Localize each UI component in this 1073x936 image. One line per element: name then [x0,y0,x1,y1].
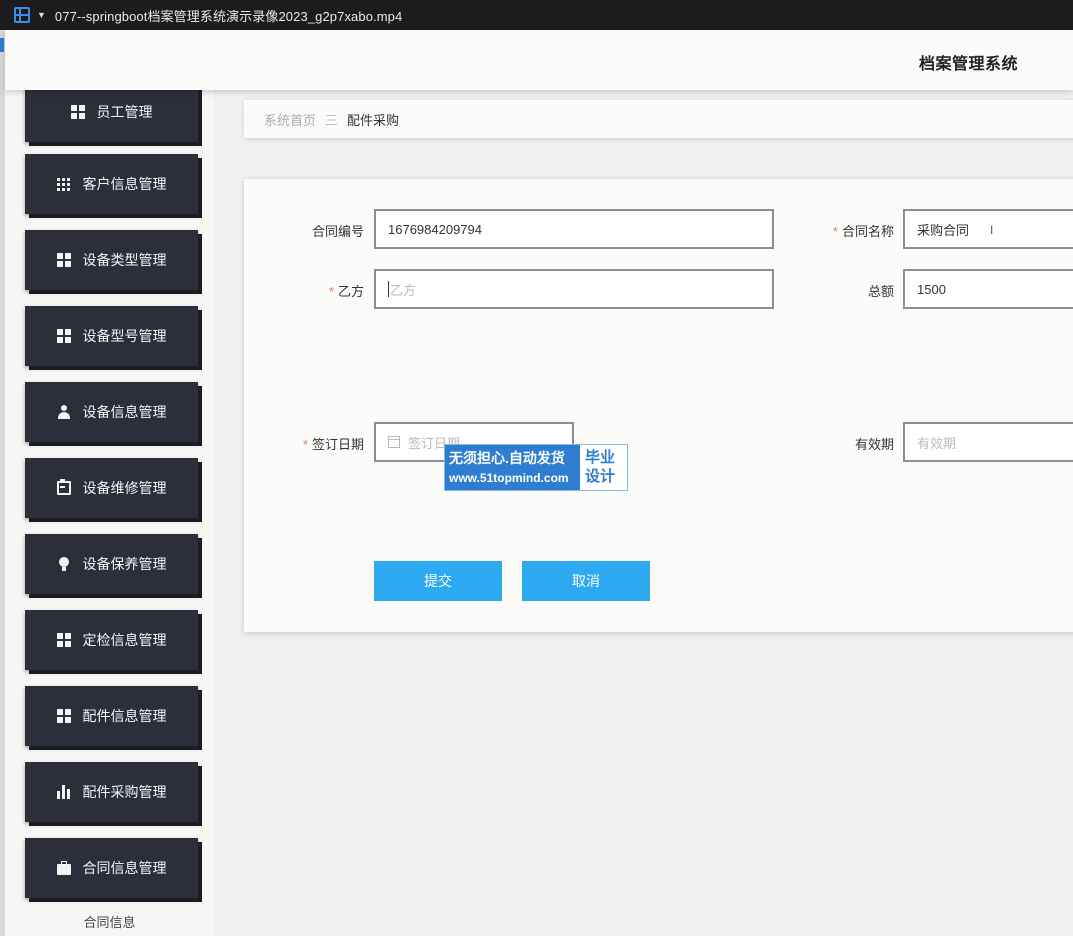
sidebar-item-label: 员工管理 [96,104,153,120]
clipboard-icon [56,479,71,495]
sidebar-item-employee[interactable]: 员工管理 [25,90,198,142]
chevron-down-icon[interactable]: ▼ [37,10,46,20]
sidebar-item-label: 设备信息管理 [82,404,167,420]
player-app-icon[interactable] [14,7,30,23]
sidebar-item-label: 合同信息管理 [82,860,167,876]
validity-label: 有效期 [854,437,894,452]
party-b-label: * 乙方 [328,284,364,299]
sidebar-item-inspection[interactable]: 定检信息管理 [25,610,198,670]
user-icon [57,405,71,419]
purchase-form: 合同编号 1676984209794 * 合同名称 采购合同 I * 乙方 乙方 总… [244,179,1073,632]
party-b-input[interactable]: 乙方 [374,269,774,309]
cancel-button[interactable]: 取消 [522,561,650,601]
sidebar-item-parts-info[interactable]: 配件信息管理 [25,686,198,746]
lightbulb-icon [57,557,71,571]
total-label: 总额 [867,284,894,299]
contract-name-label: * 合同名称 [832,224,894,239]
breadcrumb: 系统首页 三 配件采购 [244,100,1073,138]
calendar-icon [388,436,400,448]
sidebar-item-contract[interactable]: 合同信息管理 [25,838,198,898]
sidebar-item-label: 配件信息管理 [82,708,167,724]
watermark-slogan: 无须担心.自动发货 [449,450,565,466]
app-header: 档案管理系统 [5,30,1073,90]
watermark-overlay: 无须担心.自动发货 www.51topmind.com 毕业 设计 [444,444,628,491]
sidebar-item-device-maintenance[interactable]: 设备保养管理 [25,534,198,594]
breadcrumb-current: 配件采购 [347,112,400,128]
grid-icon [56,253,71,267]
main-content: 系统首页 三 配件采购 合同编号 1676984209794 * 合同名称 采购合… [214,90,1073,936]
sidebar-item-label: 配件采购管理 [82,784,167,800]
validity-input[interactable]: 有效期 [903,422,1073,462]
sign-date-label: * 签订日期 [302,437,364,452]
sidebar-item-label: 设备保养管理 [82,556,167,572]
sidebar-item-device-repair[interactable]: 设备维修管理 [25,458,198,518]
watermark-left: 无须担心.自动发货 www.51topmind.com [445,445,580,490]
grid-icon [56,329,71,343]
contract-name-input[interactable]: 采购合同 I [903,209,1073,249]
video-file-title: 077--springboot档案管理系统演示录像2023_g2p7xabo.m… [54,8,403,24]
sidebar-submenu-contract-info[interactable]: 合同信息 [5,912,214,931]
contract-no-value: 1676984209794 [388,221,482,237]
bar-chart-icon [56,785,71,799]
total-input[interactable]: 1500 [903,269,1073,309]
system-title: 档案管理系统 [918,56,1018,73]
submit-button[interactable]: 提交 [374,561,502,601]
sidebar-item-label: 设备维修管理 [82,480,167,496]
watermark-right: 毕业 设计 [580,445,627,490]
sidebar-item-label: 设备类型管理 [82,252,167,268]
sidebar-item-parts-purchase[interactable]: 配件采购管理 [25,762,198,822]
watermark-text-2: 设计 [585,468,616,485]
sidebar-item-device-info[interactable]: 设备信息管理 [25,382,198,442]
contract-name-value: 采购合同 [917,222,970,238]
briefcase-icon [56,861,71,875]
text-cursor-icon: I [990,223,994,237]
validity-placeholder: 有效期 [917,435,957,451]
party-b-placeholder: 乙方 [390,282,417,298]
caret [388,281,389,297]
sidebar-item-customer[interactable]: 客户信息管理 [25,154,198,214]
breadcrumb-home[interactable]: 系统首页 [264,110,316,129]
contract-no-label: 合同编号 [311,224,364,239]
grid-icon [56,709,71,723]
grid-icon [56,633,71,647]
breadcrumb-separator: 三 [325,112,339,128]
watermark-text-1: 毕业 [585,449,616,466]
grid-icon [70,105,85,119]
watermark-url: www.51topmind.com [449,471,569,485]
sidebar-item-device-type[interactable]: 设备类型管理 [25,230,198,290]
table-icon [56,177,71,191]
sidebar-item-label: 客户信息管理 [82,176,167,192]
player-title-bar: ▼ 077--springboot档案管理系统演示录像2023_g2p7xabo… [0,0,1073,30]
sidebar-item-label: 设备型号管理 [82,328,167,344]
total-value: 1500 [917,281,946,297]
sidebar-item-device-model[interactable]: 设备型号管理 [25,306,198,366]
contract-no-input[interactable]: 1676984209794 [374,209,774,249]
sidebar: 员工管理 客户信息管理 设备类型管理 设备型号管理 设备信息管理 设备维修管理 … [5,90,214,936]
sidebar-item-label: 定检信息管理 [82,632,167,648]
